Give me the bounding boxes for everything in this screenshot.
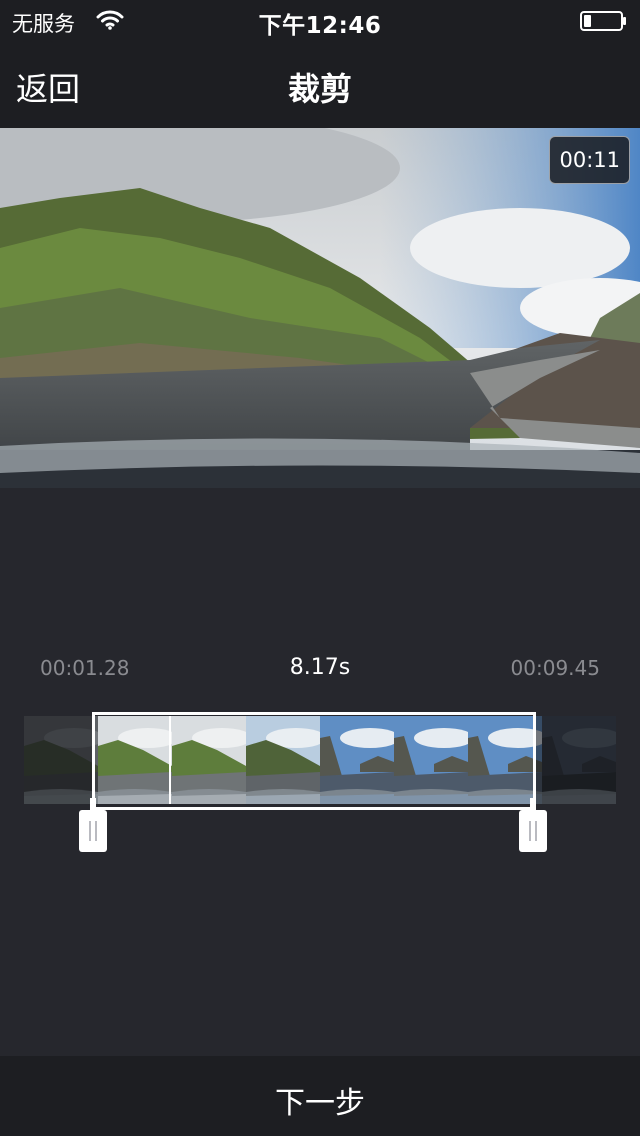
- grip-line: [89, 821, 91, 841]
- video-frame-image: [0, 128, 640, 488]
- navigation-bar: 返回 裁剪: [0, 40, 640, 128]
- dimmed-left-region: [24, 716, 92, 804]
- trim-selection-frame[interactable]: [92, 712, 536, 810]
- video-preview[interactable]: 00:11: [0, 128, 640, 488]
- page-title: 裁剪: [287, 70, 352, 108]
- trim-start-handle[interactable]: [79, 798, 107, 852]
- status-bar: 无服务 下午12:46: [0, 0, 640, 40]
- dimmed-right-region: [536, 716, 616, 804]
- grip-line: [95, 821, 97, 841]
- footer-bar: 下一步: [0, 1056, 640, 1136]
- trim-end-handle[interactable]: [519, 798, 547, 852]
- video-time-badge: 00:11: [549, 136, 630, 184]
- battery-icon: [580, 11, 628, 31]
- trim-end-time: 00:09.45: [510, 656, 600, 680]
- grip-line: [529, 821, 531, 841]
- grip-line: [535, 821, 537, 841]
- next-step-button[interactable]: 下一步: [0, 1078, 640, 1122]
- status-time: 下午12:46: [258, 13, 382, 39]
